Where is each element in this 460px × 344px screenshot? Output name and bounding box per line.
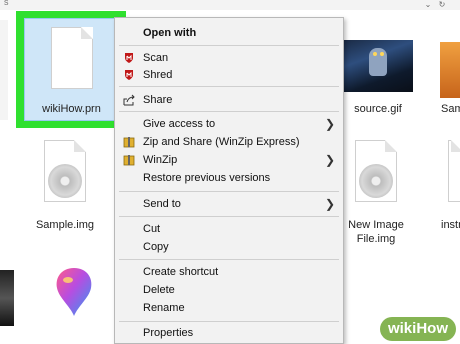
menu-item-create-shortcut[interactable]: Create shortcut xyxy=(115,262,343,282)
file-name-line: New Image xyxy=(348,219,404,231)
file-source-gif-thumbnail[interactable] xyxy=(343,40,413,92)
menu-item-label: Open with xyxy=(143,27,197,39)
menu-item-give-access-to[interactable]: Give access to ❯ xyxy=(115,114,343,134)
disc-icon xyxy=(48,164,82,198)
wikihow-watermark: wikiHow xyxy=(379,317,456,341)
mcafee-shield-icon xyxy=(123,69,135,81)
menu-item-zip-and-share[interactable]: Zip and Share (WinZip Express) xyxy=(115,132,343,152)
watermark-part: wiki xyxy=(387,320,417,337)
refresh-icon[interactable]: ↻ xyxy=(437,0,447,9)
file-wikihow-prn[interactable]: wikiHow.prn xyxy=(24,18,119,121)
menu-item-cut[interactable]: Cut xyxy=(115,219,343,239)
menu-item-label: Share xyxy=(143,94,173,106)
robot-image xyxy=(369,48,387,76)
menu-item-label: Restore previous versions xyxy=(143,172,271,184)
file-name: wikiHow.prn xyxy=(42,103,101,115)
menu-item-label: Properties xyxy=(143,327,194,339)
top-toolbar: s ⌄ ↻ xyxy=(0,0,460,10)
mcafee-shield-icon xyxy=(123,52,135,64)
file-name-line: File.img xyxy=(356,233,396,245)
menu-item-rename[interactable]: Rename xyxy=(115,298,343,318)
chevron-down-icon[interactable]: ⌄ xyxy=(423,0,433,9)
robot-eye xyxy=(373,52,377,56)
file-new-image[interactable]: New Image File.img xyxy=(336,218,416,246)
chevron-right-icon: ❯ xyxy=(324,153,335,167)
menu-item-restore-previous-versions[interactable]: Restore previous versions xyxy=(115,168,343,188)
file-sam[interactable]: Sam xyxy=(441,102,460,116)
file-name: source.gif xyxy=(354,103,402,115)
menu-item-label: Rename xyxy=(143,302,185,314)
menu-item-send-to[interactable]: Send to ❯ xyxy=(115,194,343,214)
context-menu: Open with Scan Shred Share Give access t… xyxy=(114,17,344,344)
menu-item-label: Cut xyxy=(143,223,161,235)
document-icon xyxy=(51,27,93,89)
menu-separator xyxy=(119,45,339,46)
menu-item-label: Create shortcut xyxy=(143,266,219,278)
menu-item-delete[interactable]: Delete xyxy=(115,280,343,300)
winzip-icon xyxy=(123,154,135,166)
paint-3d-icon[interactable] xyxy=(54,266,94,318)
menu-item-label: Shred xyxy=(143,69,173,81)
file-sample-img[interactable]: Sample.img xyxy=(30,218,100,232)
menu-separator xyxy=(119,216,339,217)
menu-item-label: Give access to xyxy=(143,118,216,130)
menu-item-share[interactable]: Share xyxy=(115,90,343,110)
robot-eye xyxy=(380,52,384,56)
share-icon xyxy=(123,94,135,106)
menu-separator xyxy=(119,86,339,87)
partial-file-left xyxy=(0,20,8,120)
menu-item-label: WinZip xyxy=(143,154,178,166)
disc-icon xyxy=(359,164,393,198)
watermark-part: How xyxy=(416,320,448,337)
menu-item-open-with[interactable]: Open with xyxy=(115,23,343,43)
file-name: instr xyxy=(441,219,460,231)
menu-item-label: Copy xyxy=(143,241,169,253)
menu-item-shred[interactable]: Shred xyxy=(115,65,343,85)
menu-item-properties[interactable]: Properties xyxy=(115,323,343,343)
menu-separator xyxy=(119,259,339,260)
file-name: Sample.img xyxy=(35,219,95,231)
partial-image-thumbnail[interactable] xyxy=(0,270,14,326)
file-source-gif[interactable]: source.gif xyxy=(343,102,413,116)
address-crumb[interactable]: s xyxy=(4,0,9,7)
menu-item-copy[interactable]: Copy xyxy=(115,237,343,257)
menu-separator xyxy=(119,111,339,112)
menu-separator xyxy=(119,191,339,192)
menu-separator xyxy=(119,321,339,322)
chevron-right-icon: ❯ xyxy=(324,117,335,131)
winzip-icon xyxy=(123,136,135,148)
chevron-right-icon: ❯ xyxy=(324,197,335,211)
partial-file-thumbnail[interactable] xyxy=(440,42,460,98)
partial-file-icon[interactable] xyxy=(448,140,460,202)
menu-item-label: Send to xyxy=(143,198,181,210)
menu-item-label: Delete xyxy=(143,284,175,296)
file-name: Sam xyxy=(441,103,460,115)
menu-item-winzip[interactable]: WinZip ❯ xyxy=(115,150,343,170)
file-instr[interactable]: instr xyxy=(441,218,460,232)
menu-item-label: Zip and Share (WinZip Express) xyxy=(143,136,300,148)
